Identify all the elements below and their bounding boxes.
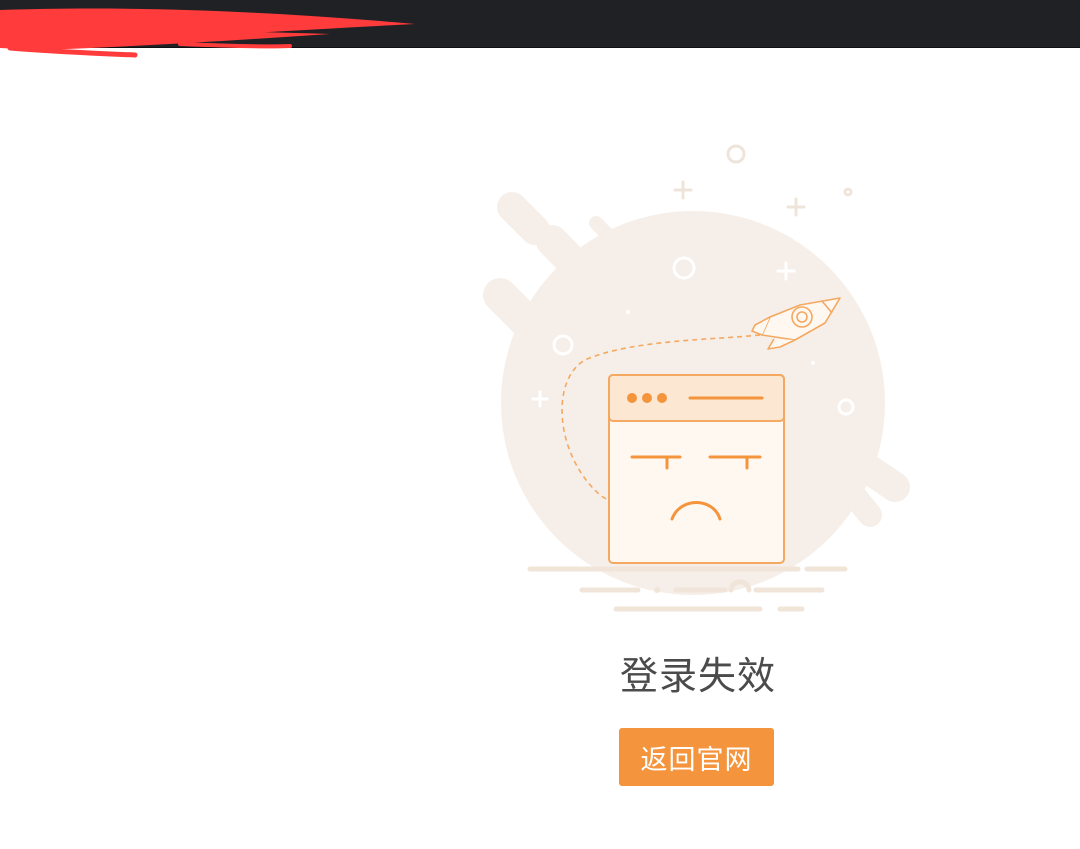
top-bar — [0, 0, 1080, 58]
back-to-homepage-button[interactable]: 返回官网 — [619, 728, 774, 786]
redaction-scribble — [0, 8, 415, 58]
sad-browser-illustration — [483, 144, 910, 612]
status-title: 登录失效 — [619, 654, 776, 698]
